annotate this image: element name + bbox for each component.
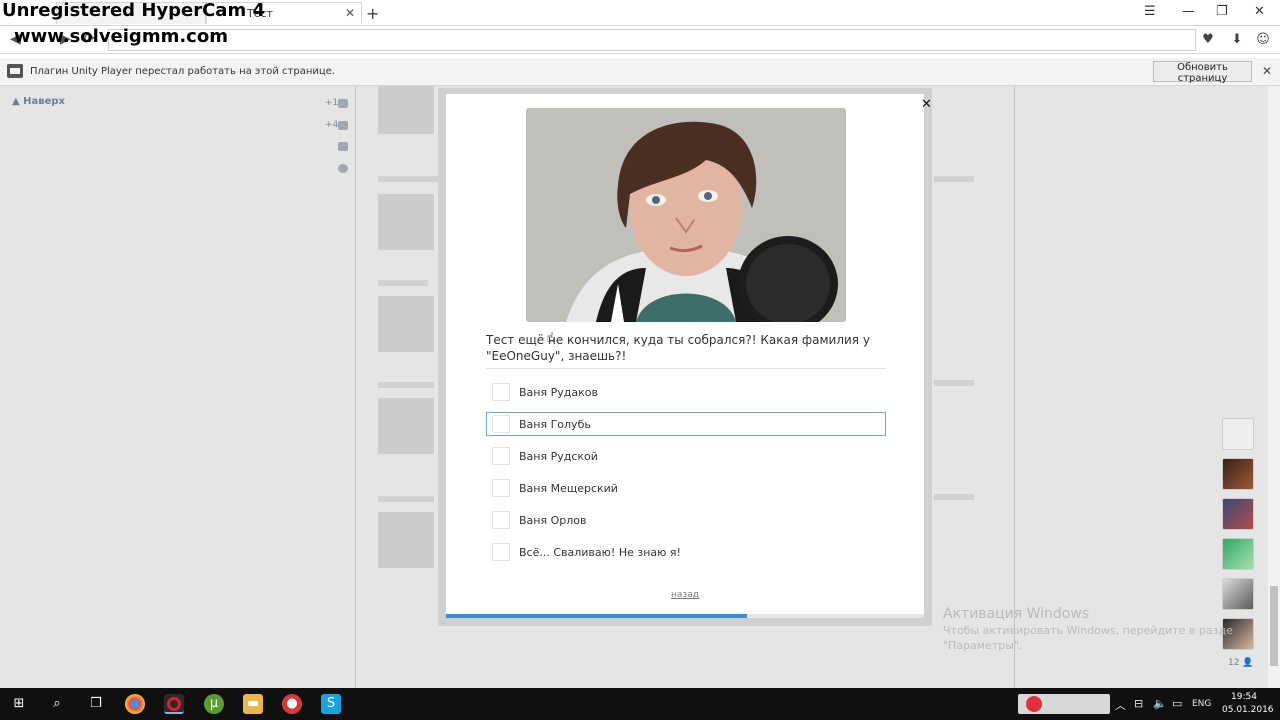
opera-icon[interactable] [164,694,184,714]
answer-checkbox[interactable] [492,415,510,433]
skype-icon[interactable]: S [321,694,341,714]
utorrent-icon[interactable]: µ [204,694,224,714]
answer-option[interactable]: Ваня Рудаков [486,380,886,404]
reload-page-button[interactable]: Обновить страницу [1153,61,1252,84]
heart-icon[interactable]: ♥ [1199,31,1217,49]
language-indicator[interactable]: ENG [1192,699,1211,709]
windows-taskbar: ⊞ ⌕ ❒ µ ▬ ● S ︿ ⊟ 🔈 ▭ ENG 19:54 05.01.20… [0,688,1280,720]
plugin-icon [7,64,23,78]
url-field[interactable] [108,29,1196,51]
scrollbar-thumb[interactable] [1270,586,1278,666]
activation-line1: Чтобы активировать Windows, перейдите в … [943,624,1233,637]
answer-label: Ваня Рудаков [519,385,598,399]
quiz-modal-body: ✕ Тест ещё не кончился, куда ты собрался… [446,94,932,618]
windows-activation-watermark: Активация Windows Чтобы активировать Win… [943,606,1233,652]
answer-label: Ваня Мещерский [519,481,618,495]
search-icon[interactable]: ⌕ [47,694,67,714]
answer-option[interactable]: Ваня Рудской [486,444,886,468]
page-content: ▲ Наверх +1 +4 12 👤 ✕ Тест ещё не кончил… [0,86,1280,688]
windows-start-icon[interactable]: ⊞ [9,694,29,714]
network-icon[interactable]: ⊟ [1134,697,1143,710]
close-icon[interactable]: ✕ [345,6,355,20]
answer-checkbox[interactable] [492,479,510,497]
minimize-button[interactable]: — [1182,4,1195,19]
answer-label: Ваня Голубь [519,417,591,431]
menu-icon[interactable]: ☰ [1144,4,1156,19]
plugin-message: Плагин Unity Player перестал работать на… [30,66,336,77]
task-view-icon[interactable]: ❒ [86,694,106,714]
chevron-up-icon[interactable]: ︿ [1115,697,1126,713]
answer-option[interactable]: Ваня Мещерский [486,476,886,500]
quiz-progress-fill [446,614,748,618]
answer-label: Всё... Сваливаю! Не знаю я! [519,545,681,559]
back-link[interactable]: назад [446,590,924,600]
answer-checkbox[interactable] [492,383,510,401]
answer-label: Ваня Рудской [519,449,598,463]
file-explorer-icon[interactable]: ▬ [243,694,263,714]
question-divider [486,368,886,369]
recorder-watermark-url: www.solveigmm.com [14,26,228,47]
new-tab-button[interactable]: + [366,4,379,23]
answer-option[interactable]: Всё... Сваливаю! Не знаю я! [486,540,886,564]
volume-icon[interactable]: 🔈 [1153,697,1167,710]
answer-checkbox[interactable] [492,511,510,529]
quiz-progress-bar [446,614,924,618]
clock-time: 19:54 [1231,692,1257,702]
system-clock[interactable]: 19:54 05.01.2016 [1222,691,1274,717]
activation-line2: "Параметры". [943,639,1023,652]
chrome-icon[interactable] [125,694,145,714]
answer-option[interactable]: Ваня Орлов [486,508,886,532]
friend-avatar[interactable] [1222,538,1254,570]
quiz-photo [526,108,846,322]
notification-icon[interactable]: ▭ [1172,697,1182,710]
close-icon[interactable]: ✕ [921,97,932,112]
answer-checkbox[interactable] [492,543,510,561]
close-icon[interactable]: ✕ [1262,64,1272,78]
plugin-notification-bar: Плагин Unity Player перестал работать на… [0,58,1280,86]
friend-avatar[interactable] [1222,458,1254,490]
friends-panel-icon[interactable] [1222,418,1254,450]
download-icon[interactable]: ⬇ [1228,31,1246,49]
restore-button[interactable]: ❐ [1216,4,1228,19]
clock-date: 05.01.2016 [1222,705,1274,715]
online-count[interactable]: 12 👤 [1222,658,1258,668]
account-icon[interactable]: ☺ [1254,31,1272,49]
app-icon[interactable]: ● [282,694,302,714]
portrait-image [526,108,846,322]
record-icon[interactable] [1026,696,1042,712]
recorder-watermark-title: Unregistered HyperCam 4 [2,0,266,21]
quiz-modal: ✕ Тест ещё не кончился, куда ты собрался… [438,88,932,626]
hand-cursor-icon: ☝ [546,330,555,346]
friend-avatar[interactable] [1222,498,1254,530]
answer-option[interactable]: Ваня Голубь [486,412,886,436]
close-window-button[interactable]: ✕ [1254,4,1265,19]
person-icon: 👤 [1242,658,1254,668]
activation-title: Активация Windows [943,606,1090,622]
answer-checkbox[interactable] [492,447,510,465]
online-count-value: 12 [1228,658,1240,668]
answer-label: Ваня Орлов [519,513,587,527]
